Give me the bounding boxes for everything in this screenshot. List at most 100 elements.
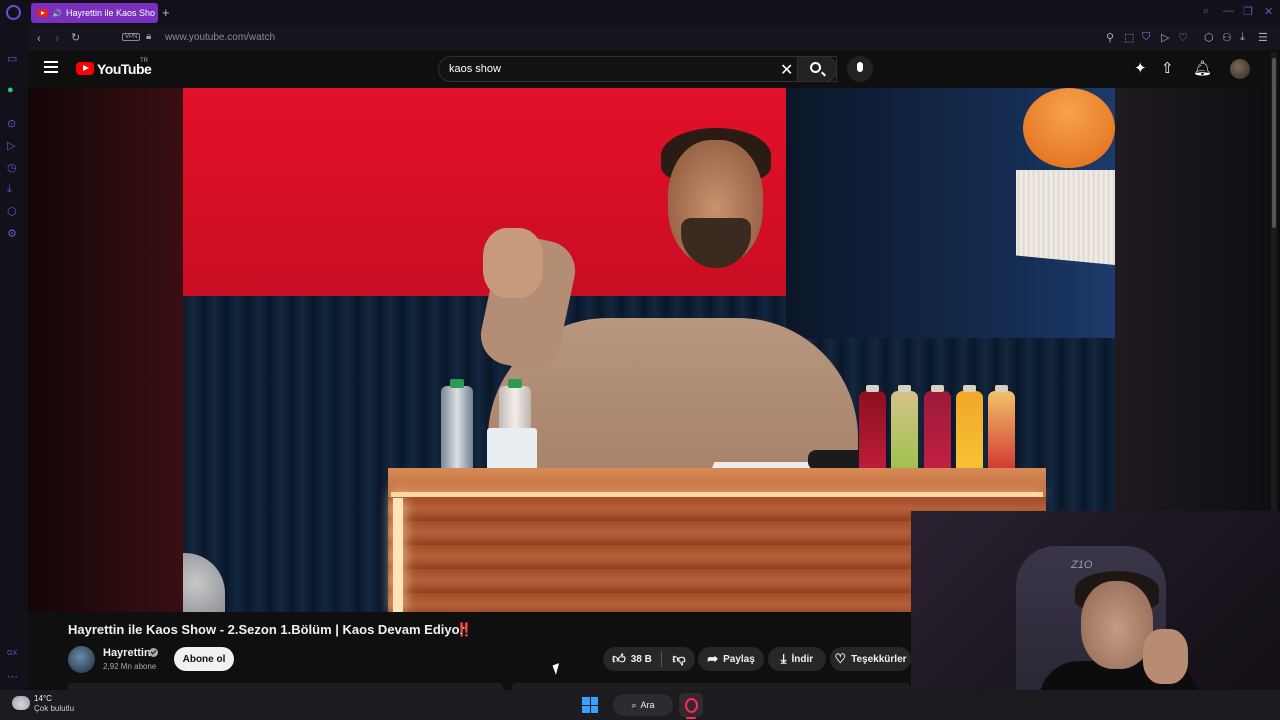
search-input[interactable]	[449, 63, 769, 75]
juice-bottle	[988, 385, 1015, 474]
address-bar: ‹ › ↻ VPN 🔒︎ www.youtube.com/watch ⚲ ⬚ ⛉…	[28, 26, 1280, 50]
maximize-icon[interactable]: ❐	[1243, 5, 1253, 18]
region-code: TR	[140, 58, 148, 64]
channel-avatar[interactable]	[68, 646, 95, 673]
search-box[interactable]: ✕	[438, 56, 837, 82]
speaker-icon[interactable]: 🔊	[52, 9, 62, 18]
player-icon[interactable]: ▷	[7, 139, 15, 152]
user-avatar[interactable]	[1230, 59, 1250, 79]
new-tab-button[interactable]: +	[162, 5, 170, 20]
download-label: İndir	[791, 653, 814, 665]
taskbar-search[interactable]: ⌕ Ara	[613, 694, 673, 716]
url-field[interactable]: www.youtube.com/watch	[165, 32, 275, 43]
minimize-icon[interactable]: —	[1223, 5, 1234, 17]
player-ambient-left	[28, 88, 183, 612]
windows-taskbar: 14°C Çok bulutlu ⌕ Ara	[0, 690, 1280, 720]
search-button[interactable]	[797, 56, 837, 82]
like-button[interactable]: 👍︎ 38 B	[603, 647, 661, 671]
dislike-button[interactable]: 👎︎	[663, 647, 695, 671]
water-bottle	[441, 379, 473, 478]
browser-tab-bar: 🔊 Hayrettin ile Kaos Sho + ⌕ — ❐ ✕	[0, 0, 1280, 26]
title-emoji: ‼️	[456, 622, 473, 637]
extensions-icon[interactable]: ⬡	[1204, 31, 1214, 44]
lock-icon[interactable]: 🔒︎	[146, 31, 151, 42]
comments-box[interactable]	[512, 683, 910, 690]
juice-bottle	[859, 385, 886, 474]
like-count: 38 B	[630, 653, 652, 665]
back-icon[interactable]: ‹	[37, 31, 41, 45]
history-icon[interactable]: ◷	[7, 161, 17, 174]
create-icon[interactable]: ✦	[1134, 59, 1147, 77]
like-divider	[661, 651, 662, 667]
close-window-icon[interactable]: ✕	[1264, 5, 1273, 18]
youtube-logo-icon[interactable]	[76, 62, 94, 75]
thanks-label: Teşekkürler	[851, 653, 907, 665]
juice-bottle	[956, 385, 983, 474]
snapshot-icon[interactable]: ⬚	[1124, 31, 1134, 44]
desk-glow	[393, 498, 403, 612]
settings-icon[interactable]: ⚙	[7, 227, 17, 240]
shield-icon[interactable]: ⛉	[1142, 31, 1150, 44]
active-app-indicator	[686, 717, 696, 719]
download-arrow-icon: ⤓	[780, 651, 787, 666]
heart-icon[interactable]: ♡	[1178, 31, 1188, 44]
taskbar-search-label: Ara	[640, 700, 655, 710]
subscribe-button[interactable]: Abone ol	[174, 647, 234, 671]
vpn-badge[interactable]: VPN	[122, 33, 141, 41]
search-tabs-icon[interactable]: ⌕	[1203, 5, 1209, 18]
share-button[interactable]: ➦ Paylaş	[698, 647, 764, 671]
download-icon[interactable]: ⤓	[1240, 31, 1245, 44]
extensions-sidebar-icon[interactable]: ⬡	[7, 205, 17, 218]
like-dislike-group: 👍︎ 38 B 👎︎	[603, 647, 695, 671]
mouse-cursor	[552, 663, 563, 675]
speed-dial-icon[interactable]: ⊙	[7, 117, 16, 130]
more-icon[interactable]: ⋯	[7, 670, 18, 683]
video-title: Hayrettin ile Kaos Show - 2.Sezon 1.Bölü…	[68, 622, 465, 637]
opera-gx-logo-icon[interactable]	[6, 5, 21, 20]
weather-description[interactable]: Çok bulutlu	[34, 704, 74, 713]
share-label: Paylaş	[723, 653, 755, 665]
set-lamp-fringe	[1016, 170, 1115, 265]
upload-icon[interactable]: ⇧	[1161, 59, 1174, 77]
menu-icon[interactable]: ☰	[1258, 31, 1268, 44]
download-button[interactable]: ⤓ İndir	[768, 647, 826, 671]
description-box[interactable]	[68, 683, 503, 690]
weather-temperature[interactable]: 14°C	[34, 694, 52, 703]
scrollbar-thumb[interactable]	[1272, 58, 1276, 228]
gx-badge[interactable]: GX	[7, 650, 17, 657]
chair-logo: Z1O	[1071, 559, 1093, 571]
forward-icon[interactable]: ›	[55, 31, 59, 45]
channel-name[interactable]: Hayrettin	[103, 647, 151, 659]
thanks-heart-icon: ♡	[834, 651, 847, 666]
play-icon[interactable]: ▷	[1161, 31, 1169, 44]
tab-title: Hayrettin ile Kaos Sho	[65, 8, 156, 18]
gx-control-icon[interactable]: ▭	[7, 52, 17, 65]
host-hand	[483, 228, 543, 298]
juice-bottle	[891, 385, 918, 474]
juice-bottle	[924, 385, 951, 474]
search-icon	[810, 62, 821, 73]
opera-gx-taskbar-icon[interactable]	[679, 693, 703, 717]
verified-badge-icon	[149, 648, 158, 657]
youtube-favicon-icon	[37, 9, 48, 17]
profile-icon[interactable]: ⚇	[1222, 31, 1232, 44]
voice-search-button[interactable]	[847, 56, 873, 82]
set-lamp	[1023, 88, 1115, 168]
browser-tab-active[interactable]: 🔊 Hayrettin ile Kaos Sho	[31, 3, 158, 23]
thanks-button[interactable]: ♡ Teşekkürler	[830, 647, 911, 671]
notifications-bell-icon[interactable]: 🔔︎	[1193, 59, 1212, 77]
share-icon: ➦	[707, 651, 719, 666]
whatsapp-icon[interactable]: ●	[7, 84, 14, 96]
bookmark-icon[interactable]: ⚲	[1106, 31, 1114, 44]
browser-sidebar: ▭ ● ⊙ ▷ ◷ ⤓ ⬡ ⚙ GX ⋯	[0, 26, 28, 690]
streamer-hand	[1143, 629, 1188, 684]
thumbs-up-icon: 👍︎	[612, 651, 626, 666]
clear-search-icon[interactable]: ✕	[780, 60, 793, 80]
youtube-header: YouTube TR ✕ ✦ ⇧ 🔔︎	[28, 50, 1280, 88]
hamburger-menu-icon[interactable]	[44, 61, 58, 73]
windows-start-icon[interactable]	[582, 697, 598, 713]
reload-icon[interactable]: ↻	[71, 31, 80, 44]
thumbs-down-icon: 👎︎	[672, 651, 686, 666]
cloud-weather-icon[interactable]	[12, 696, 30, 710]
downloads-icon[interactable]: ⤓	[7, 183, 12, 196]
